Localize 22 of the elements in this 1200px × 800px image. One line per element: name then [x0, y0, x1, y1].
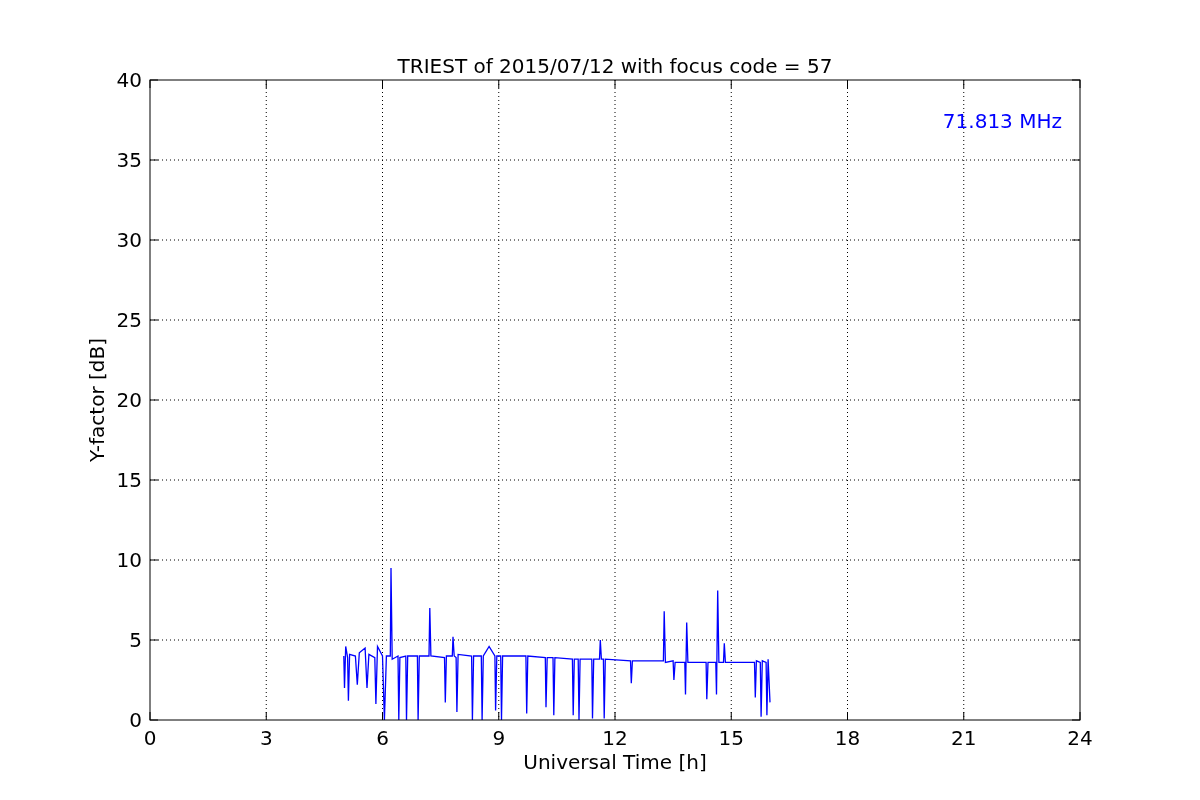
x-tick-label: 0 [143, 726, 157, 750]
x-tick-label: 6 [376, 726, 389, 750]
y-tick-label: 0 [129, 708, 142, 732]
x-tick-label: 9 [492, 726, 506, 750]
x-tick-label: 18 [834, 726, 861, 750]
x-tick-label: 12 [602, 726, 628, 750]
x-tick-label: 3 [259, 726, 273, 750]
y-tick-label: 35 [116, 148, 142, 172]
series-label: 71.813 MHz [942, 109, 1062, 133]
y-axis-title: Y-factor [dB] [85, 338, 109, 462]
chart-title: TRIEST of 2015/07/12 with focus code = 57 [397, 54, 833, 78]
x-tick-label: 15 [718, 726, 744, 750]
y-tick-label: 30 [116, 228, 142, 252]
y-tick-label: 25 [116, 308, 142, 332]
y-tick-label: 15 [116, 468, 142, 492]
y-tick-label: 20 [116, 388, 142, 412]
y-tick-label: 40 [116, 68, 142, 92]
x-tick-label: 21 [951, 726, 977, 750]
x-tick-label: 24 [1067, 726, 1093, 750]
y-tick-label: 5 [129, 628, 142, 652]
y-tick-label: 10 [116, 548, 142, 572]
x-axis-title: Universal Time [h] [523, 750, 707, 774]
